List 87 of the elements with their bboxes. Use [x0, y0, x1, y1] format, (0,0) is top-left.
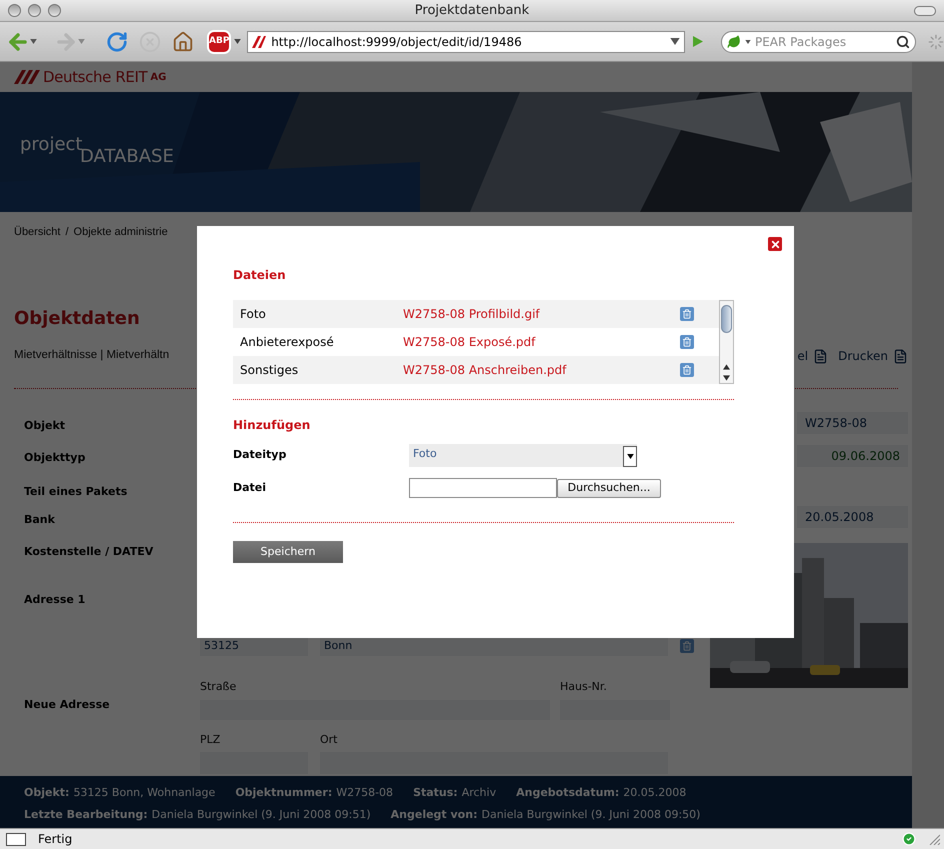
reload-icon[interactable]	[106, 30, 128, 52]
scroll-down-icon[interactable]	[723, 375, 730, 381]
dropdown-icon	[744, 40, 751, 44]
scrollbar[interactable]	[719, 300, 734, 384]
field-label: Dateityp	[233, 447, 288, 464]
close-window-icon[interactable]	[8, 4, 21, 17]
section-heading: Dateien	[233, 267, 286, 284]
footer-label: Angelegt von:	[390, 806, 478, 822]
footer-value: Daniela Burgwinkel (9. Juni 2008 09:50)	[481, 806, 700, 822]
breadcrumb-link[interactable]: Übersicht	[14, 224, 60, 240]
search-box[interactable]: PEAR Packages	[720, 30, 916, 52]
field-label: Haus-Nr.	[560, 679, 607, 695]
favicon-icon	[252, 36, 266, 48]
dropdown-icon	[626, 454, 634, 459]
breadcrumb-separator: /	[65, 225, 69, 240]
field-label: Straße	[200, 679, 238, 695]
resize-grip-icon[interactable]	[928, 833, 940, 845]
status-panel-icon[interactable]	[6, 832, 26, 846]
play-icon[interactable]	[693, 36, 704, 47]
field-label: Teil eines Pakets	[24, 484, 128, 500]
postcode-field[interactable]: 53125	[200, 636, 308, 656]
field-label: Objekt	[24, 418, 66, 434]
dropdown-icon	[30, 39, 37, 44]
field-label: Neue Adresse	[24, 697, 111, 713]
field-label: Objekttyp	[24, 450, 86, 466]
page-title: Objektdaten	[14, 308, 140, 330]
trash-icon[interactable]	[680, 639, 694, 653]
logo: Deutsche REIT AG	[14, 66, 166, 88]
dropdown-icon	[78, 39, 85, 44]
dropdown-icon	[234, 39, 242, 44]
footer-value: 53125 Bonn, Wohnanlage	[73, 785, 216, 801]
field-label: PLZ	[200, 732, 222, 748]
loading-icon	[928, 34, 944, 50]
file-link[interactable]: W2758-08 Profilbild.gif	[403, 305, 680, 323]
field-label: Bank	[24, 512, 56, 528]
file-type: Anbieterexposé	[240, 334, 335, 351]
address-field[interactable]: http://localhost:9999/object/edit/id/19486	[247, 30, 686, 52]
field-label: Kostenstelle / DATEV	[24, 544, 154, 560]
browse-button[interactable]: Durchsuchen...	[557, 478, 661, 498]
banner-title: project	[20, 136, 82, 154]
footer-value: Daniela Burgwinkel (9. Juni 2008 09:51)	[152, 806, 371, 822]
footer-label: Objektnummer:	[235, 785, 332, 801]
footer-value: 20.05.2008	[623, 785, 686, 801]
date-field[interactable]: 09.06.2008	[797, 445, 908, 467]
file-type: Sonstiges	[240, 362, 300, 379]
save-button[interactable]: Speichern	[233, 541, 343, 563]
status-text: Fertig	[38, 831, 72, 848]
footer-value: W2758-08	[336, 785, 394, 801]
close-button[interactable]	[768, 237, 782, 251]
trash-icon[interactable]	[680, 363, 694, 377]
scroll-up-icon[interactable]	[723, 364, 730, 370]
breadcrumb-link[interactable]: Objekte administrie	[74, 224, 168, 240]
action-link[interactable]: el	[797, 347, 828, 365]
action-link[interactable]: Drucken	[838, 347, 908, 365]
file-link[interactable]: W2758-08 Exposé.pdf	[403, 333, 680, 351]
footer-value: Archiv	[462, 785, 496, 801]
banner-subtitle: DATABASE	[80, 148, 174, 166]
text-field[interactable]: W2758-08	[797, 412, 908, 434]
field-label: Adresse 1	[24, 592, 86, 608]
section-heading: Hinzufügen	[233, 417, 310, 434]
zoom-window-icon[interactable]	[48, 4, 61, 17]
file-type-select[interactable]: Foto	[409, 444, 637, 467]
document-icon[interactable]	[813, 348, 828, 364]
trash-icon[interactable]	[680, 335, 694, 349]
footer-label: Angebotsdatum:	[516, 785, 620, 801]
city-field[interactable]: Bonn	[320, 636, 668, 656]
search-icon[interactable]	[896, 34, 910, 48]
dropdown-icon	[670, 38, 680, 45]
leaf-icon[interactable]	[726, 34, 741, 48]
trash-icon[interactable]	[680, 307, 694, 321]
minimize-window-icon[interactable]	[28, 4, 41, 17]
footer-label: Status:	[413, 785, 458, 801]
field-label: Datei	[233, 480, 268, 496]
footer-label: Letzte Bearbeitung:	[24, 806, 148, 822]
file-input[interactable]	[409, 478, 557, 498]
toolbar-toggle-icon[interactable]	[914, 6, 936, 16]
document-icon[interactable]	[893, 348, 908, 364]
window-title: Projektdatenbank	[414, 2, 530, 20]
search-field[interactable]: PEAR Packages	[754, 32, 885, 50]
home-icon[interactable]	[172, 30, 194, 52]
subnav-links[interactable]: Mietverhältnisse | Mietverhältn	[14, 347, 170, 365]
file-type: Foto	[240, 306, 267, 323]
footer-label: Objekt:	[24, 785, 70, 801]
file-link[interactable]: W2758-08 Anschreiben.pdf	[403, 361, 680, 379]
field-label: Ort	[320, 732, 338, 748]
secure-check-icon	[902, 832, 916, 846]
text-field[interactable]: 20.05.2008	[797, 506, 908, 528]
